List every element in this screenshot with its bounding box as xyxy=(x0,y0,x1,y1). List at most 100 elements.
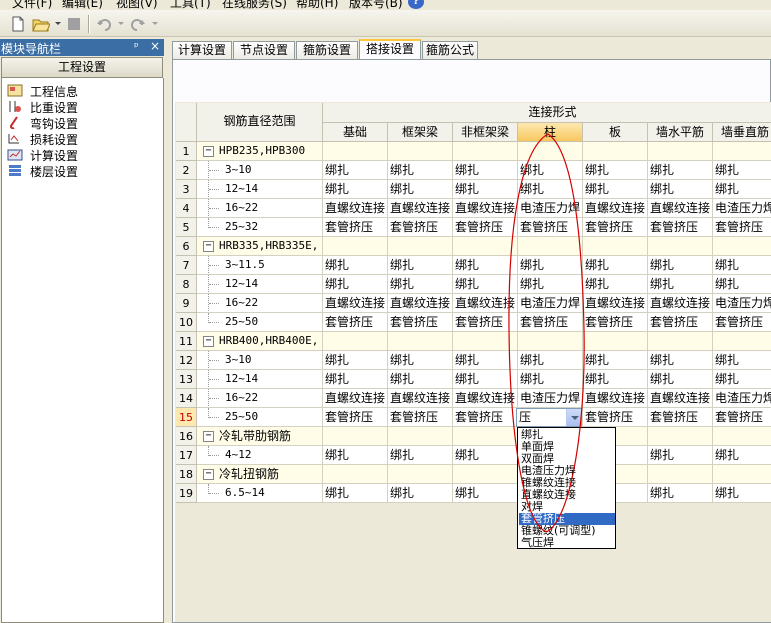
connection-cell[interactable] xyxy=(518,142,583,161)
row-number[interactable]: 12 xyxy=(176,351,197,370)
connection-cell[interactable]: 绑扎 xyxy=(518,351,583,370)
dropdown-option[interactable]: 绑扎 xyxy=(519,429,615,441)
undo-icon[interactable] xyxy=(96,14,112,34)
connection-cell[interactable]: 电渣压力焊 xyxy=(713,294,771,313)
connection-cell[interactable]: 套管挤压 xyxy=(453,408,518,427)
row-number[interactable]: 6 xyxy=(176,237,197,256)
diameter-range-cell[interactable]: 12~14 xyxy=(197,180,323,199)
connection-cell[interactable] xyxy=(648,465,713,484)
undo-dropdown-arrow-icon[interactable] xyxy=(118,22,124,25)
connection-cell[interactable]: 绑扎 xyxy=(388,351,453,370)
connection-cell[interactable]: 绑扎 xyxy=(453,370,518,389)
connection-cell[interactable]: 绑扎 xyxy=(323,161,388,180)
connection-cell[interactable] xyxy=(323,427,388,446)
row-number[interactable]: 8 xyxy=(176,275,197,294)
connection-cell[interactable]: 绑扎 xyxy=(583,180,648,199)
connection-cell[interactable]: 套管挤压 xyxy=(518,313,583,332)
row-number[interactable]: 13 xyxy=(176,370,197,389)
row-number[interactable]: 14 xyxy=(176,389,197,408)
connection-cell[interactable]: 套管挤压 xyxy=(583,313,648,332)
connection-cell[interactable]: 直螺纹连接 xyxy=(583,294,648,313)
connection-cell[interactable]: 直螺纹连接 xyxy=(388,294,453,313)
connection-cell[interactable]: 绑扎 xyxy=(648,275,713,294)
connection-cell[interactable]: 绑扎 xyxy=(323,256,388,275)
row-number[interactable]: 15 xyxy=(176,408,197,427)
open-folder-icon[interactable] xyxy=(32,14,50,34)
collapse-icon[interactable]: − xyxy=(203,146,214,157)
connection-cell[interactable]: 电渣压力焊 xyxy=(518,389,583,408)
connection-cell[interactable] xyxy=(648,427,713,446)
connection-cell[interactable]: 绑扎 xyxy=(583,370,648,389)
connection-cell[interactable]: 套管挤压 xyxy=(518,218,583,237)
connection-cell[interactable]: 绑扎 xyxy=(713,351,771,370)
connection-cell[interactable] xyxy=(648,237,713,256)
connection-cell[interactable]: 直螺纹连接 xyxy=(388,199,453,218)
connection-cell[interactable]: 绑扎 xyxy=(713,446,771,465)
connection-cell[interactable]: 绑扎 xyxy=(648,161,713,180)
connection-cell[interactable]: 直螺纹连接 xyxy=(648,199,713,218)
menu-item[interactable]: 版本号(B) xyxy=(349,0,403,10)
connection-cell[interactable]: 直螺纹连接 xyxy=(583,389,648,408)
tab-1[interactable]: 计算设置 xyxy=(172,41,232,59)
new-file-icon[interactable] xyxy=(10,14,26,34)
connection-cell[interactable]: 绑扎 xyxy=(453,256,518,275)
connection-cell[interactable]: 套管挤压 xyxy=(648,408,713,427)
connection-cell[interactable]: 电渣压力焊 xyxy=(518,199,583,218)
connection-cell[interactable]: 绑扎 xyxy=(388,484,453,503)
diameter-range-cell[interactable]: 3~10 xyxy=(197,351,323,370)
column-header-3[interactable]: 非框架梁 xyxy=(453,123,518,142)
connection-cell[interactable]: 绑扎 xyxy=(323,370,388,389)
connection-cell[interactable] xyxy=(453,332,518,351)
connection-cell[interactable]: 绑扎 xyxy=(388,256,453,275)
dropdown-option[interactable]: 套管挤压 xyxy=(519,513,615,525)
connection-cell[interactable]: 绑扎 xyxy=(518,256,583,275)
grade-group-row[interactable]: − 冷轧扭钢筋 xyxy=(197,465,323,484)
connection-cell[interactable]: 绑扎 xyxy=(713,275,771,294)
connection-cell[interactable]: 套管挤压 xyxy=(323,408,388,427)
connection-cell[interactable] xyxy=(323,465,388,484)
connection-cell[interactable]: 绑扎 xyxy=(453,484,518,503)
dropdown-option[interactable]: 直螺纹连接 xyxy=(519,489,615,501)
tab-5[interactable]: 箍筋公式 xyxy=(422,41,478,59)
pin-icon[interactable]: ᵖ xyxy=(134,40,139,53)
connection-cell[interactable]: 套管挤压 xyxy=(583,408,648,427)
dropdown-option[interactable]: 气压焊 xyxy=(519,537,615,549)
row-number[interactable]: 9 xyxy=(176,294,197,313)
combo-dropdown-button[interactable] xyxy=(566,409,581,426)
connection-cell[interactable] xyxy=(388,427,453,446)
diameter-range-cell[interactable]: 16~22 xyxy=(197,199,323,218)
connection-cell[interactable] xyxy=(713,332,771,351)
connection-cell[interactable] xyxy=(323,142,388,161)
row-number[interactable]: 5 xyxy=(176,218,197,237)
connection-cell[interactable]: 绑扎 xyxy=(453,351,518,370)
connection-cell[interactable]: 绑扎 xyxy=(388,180,453,199)
connection-cell[interactable]: 绑扎 xyxy=(388,275,453,294)
connection-cell[interactable] xyxy=(323,332,388,351)
close-icon[interactable]: × xyxy=(150,39,160,53)
connection-cell[interactable]: 绑扎 xyxy=(323,275,388,294)
column-header-4[interactable]: 柱 xyxy=(518,123,583,142)
column-header-5[interactable]: 板 xyxy=(583,123,648,142)
diameter-range-cell[interactable]: 12~14 xyxy=(197,370,323,389)
connection-cell[interactable] xyxy=(518,237,583,256)
open-dropdown-arrow-icon[interactable] xyxy=(55,22,61,25)
collapse-icon[interactable]: − xyxy=(203,241,214,252)
connection-cell[interactable]: 绑扎 xyxy=(518,180,583,199)
column-header-7[interactable]: 墙垂直筋 xyxy=(713,123,771,142)
connection-cell[interactable]: 套管挤压 xyxy=(388,408,453,427)
connection-cell[interactable]: 绑扎 xyxy=(388,446,453,465)
collapse-icon[interactable]: − xyxy=(203,431,214,442)
column-header-2[interactable]: 框架梁 xyxy=(388,123,453,142)
row-number[interactable]: 2 xyxy=(176,161,197,180)
connection-cell[interactable]: 绑扎 xyxy=(713,161,771,180)
dropdown-option[interactable]: 锥螺纹(可调型) xyxy=(519,525,615,537)
diameter-range-cell[interactable]: 12~14 xyxy=(197,275,323,294)
connection-cell[interactable] xyxy=(583,332,648,351)
diameter-range-cell[interactable]: 25~32 xyxy=(197,218,323,237)
row-number[interactable]: 4 xyxy=(176,199,197,218)
connection-cell[interactable]: 绑扎 xyxy=(583,275,648,294)
connection-cell[interactable]: 绑扎 xyxy=(713,484,771,503)
column-header-6[interactable]: 墙水平筋 xyxy=(648,123,713,142)
connection-type-combo[interactable]: 压 xyxy=(516,408,582,427)
collapse-icon[interactable]: − xyxy=(203,336,214,347)
